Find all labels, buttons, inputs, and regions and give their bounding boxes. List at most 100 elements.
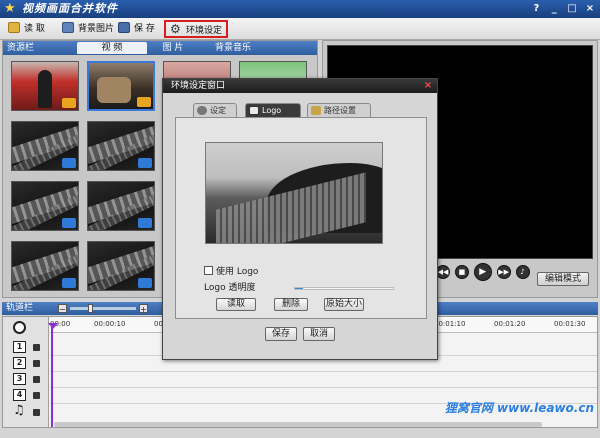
- logo-opacity-label: Logo 透明度: [204, 283, 256, 293]
- play-button[interactable]: ▶: [473, 263, 492, 281]
- clip-icon: [138, 218, 152, 228]
- ruler-tick: 00:01:10: [434, 320, 466, 328]
- lock-icon[interactable]: [33, 392, 40, 399]
- stop-button[interactable]: ■: [454, 265, 469, 279]
- tab-settings[interactable]: 设定: [193, 103, 237, 117]
- zoom-slider[interactable]: [70, 304, 136, 313]
- logo-opacity-slider[interactable]: [294, 287, 394, 290]
- tab-path-settings-label: 路径设置: [324, 106, 356, 115]
- logo-opacity-fill: [295, 288, 303, 289]
- track-labels: 1 2 3 4 ♫: [3, 317, 49, 427]
- use-logo-label: 使用 Logo: [216, 267, 259, 277]
- window-controls: ? _ □ ×: [527, 2, 596, 16]
- lock-icon[interactable]: [33, 360, 40, 367]
- rewind-button[interactable]: ◀◀: [436, 265, 450, 279]
- gear-icon: [197, 106, 207, 115]
- tab-background-music[interactable]: 背景音乐: [203, 42, 263, 54]
- clip-icon: [138, 158, 152, 168]
- tab-logo[interactable]: Logo: [245, 103, 301, 117]
- zoom-slider-handle[interactable]: [88, 304, 93, 313]
- ruler-tick: 00:01:30: [554, 320, 586, 328]
- track-number[interactable]: 1: [13, 341, 26, 353]
- title-bar: ★ 视频画面合并软件 ? _ □ ×: [0, 0, 600, 18]
- video-thumbnail[interactable]: [11, 61, 79, 111]
- fast-forward-button[interactable]: ▶▶: [496, 265, 511, 279]
- video-thumbnail[interactable]: [11, 241, 79, 291]
- background-image-button[interactable]: 背景图片: [62, 21, 114, 37]
- playhead[interactable]: [51, 325, 53, 427]
- tab-video[interactable]: 视 频: [77, 42, 147, 54]
- clip-icon: [62, 278, 76, 288]
- playhead-marker[interactable]: [48, 323, 58, 329]
- lock-icon[interactable]: [33, 409, 40, 416]
- thumbnail-figure: [97, 77, 131, 103]
- tab-image[interactable]: 图 片: [153, 42, 193, 54]
- track-divider: [50, 371, 597, 372]
- lock-icon[interactable]: [33, 344, 40, 351]
- image-icon: [62, 22, 74, 33]
- original-size-button[interactable]: 原始大小: [324, 298, 364, 311]
- clip-icon: [138, 278, 152, 288]
- folder-icon: [8, 22, 20, 33]
- environment-settings-dialog: 环境设定窗口 × 设定 Logo 路径设置 使用 Logo Logo 透明度 读…: [162, 78, 438, 360]
- save-disk-icon: [118, 22, 130, 33]
- dialog-cancel-button[interactable]: 取消: [303, 327, 335, 341]
- zoom-in-button[interactable]: +: [139, 304, 148, 314]
- logo-settings-panel: 使用 Logo Logo 透明度 读取 删除 原始大小: [175, 117, 427, 319]
- edit-mode-button[interactable]: 编辑模式: [537, 272, 589, 286]
- video-thumbnail[interactable]: [87, 181, 155, 231]
- tab-path-settings[interactable]: 路径设置: [307, 103, 371, 117]
- logo-preview-image: [205, 142, 383, 244]
- video-thumbnail[interactable]: [11, 181, 79, 231]
- app-logo-icon: ★: [4, 1, 16, 16]
- read-logo-button[interactable]: 读取: [216, 298, 256, 311]
- minimize-button[interactable]: _: [548, 2, 560, 15]
- video-camera-icon: [137, 97, 151, 107]
- maximize-button[interactable]: □: [566, 2, 578, 15]
- watermark-text: 狸窝官网 www.leawo.cn: [444, 401, 594, 415]
- background-image-label: 背景图片: [78, 24, 115, 34]
- close-button[interactable]: ×: [584, 2, 596, 15]
- video-thumbnail[interactable]: [11, 121, 79, 171]
- clip-icon: [62, 218, 76, 228]
- app-window: ★ 视频画面合并软件 ? _ □ × 读 取 背景图片 保 存 ⚙ 环境设定 资源…: [0, 0, 600, 438]
- ruler-tick: 00:00:10: [94, 320, 126, 328]
- open-button[interactable]: 读 取: [8, 21, 45, 37]
- resource-panel-header: 资源栏 视 频 图 片 背景音乐: [3, 41, 317, 55]
- use-logo-checkbox[interactable]: [204, 266, 213, 275]
- dialog-close-button[interactable]: ×: [423, 80, 433, 91]
- lock-icon[interactable]: [33, 376, 40, 383]
- clock-icon: [13, 321, 26, 334]
- ruler-tick: 00:01:20: [494, 320, 526, 328]
- clip-icon: [62, 158, 76, 168]
- volume-button[interactable]: ♪: [515, 265, 530, 279]
- use-logo-option[interactable]: 使用 Logo: [204, 266, 258, 278]
- timeline-scrollbar[interactable]: [54, 422, 542, 427]
- environment-settings-label: 环境设定: [186, 26, 223, 36]
- environment-settings-button[interactable]: ⚙ 环境设定: [164, 20, 229, 38]
- tab-logo-label: Logo: [262, 106, 282, 115]
- track-number[interactable]: 3: [13, 373, 26, 385]
- tab-settings-label: 设定: [210, 106, 226, 115]
- track-number[interactable]: 2: [13, 357, 26, 369]
- video-thumbnail[interactable]: [87, 121, 155, 171]
- dialog-title-bar: 环境设定窗口 ×: [163, 79, 437, 93]
- thumbnail-figure: [38, 70, 52, 108]
- video-thumbnail[interactable]: [87, 241, 155, 291]
- timeline-title: 轨道栏: [6, 303, 34, 313]
- track-number[interactable]: 4: [13, 389, 26, 401]
- save-label: 保 存: [134, 24, 155, 34]
- delete-logo-button[interactable]: 删除: [274, 298, 308, 311]
- help-button[interactable]: ?: [530, 2, 542, 15]
- folder-icon: [311, 106, 321, 115]
- video-thumbnail[interactable]: [87, 61, 155, 111]
- save-button[interactable]: 保 存: [118, 21, 155, 37]
- open-label: 读 取: [24, 24, 45, 34]
- video-camera-icon: [62, 98, 76, 108]
- track-divider: [50, 387, 597, 388]
- app-title: 视频画面合并软件: [22, 2, 118, 15]
- dialog-save-button[interactable]: 保存: [265, 327, 297, 341]
- resource-panel-title: 资源栏: [7, 43, 35, 53]
- zoom-out-button[interactable]: −: [58, 304, 67, 314]
- toolbar: 读 取 背景图片 保 存 ⚙ 环境设定: [0, 18, 600, 40]
